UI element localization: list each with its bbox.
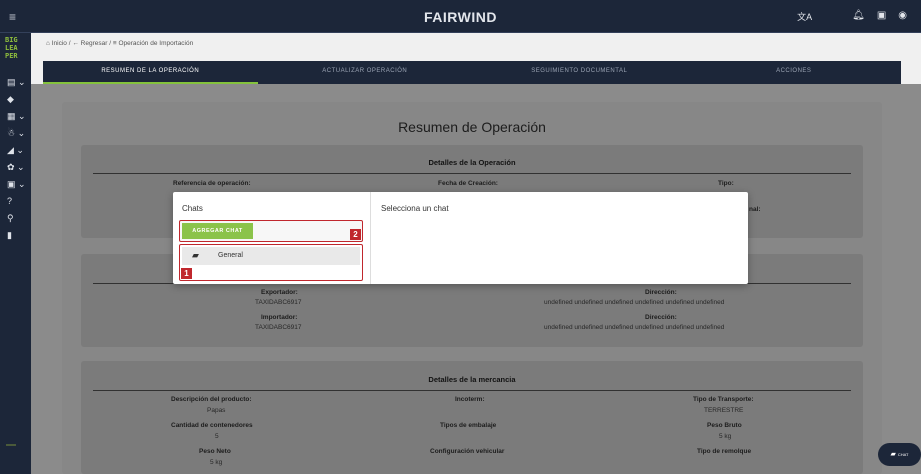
breadcrumb: ⌂ Inicio / ← Regresar / ≡ Operación de I… [46, 40, 194, 47]
chat-fab-button[interactable]: ▰ CHAT [878, 443, 921, 466]
chat-list: ▰ General 1 [179, 244, 363, 281]
help-icon[interactable]: ? [7, 196, 26, 207]
select-chat-prompt: Selecciona un chat [381, 204, 449, 213]
tab-actualizar[interactable]: ACTUALIZAR OPERACIÓN [258, 61, 473, 84]
chat-fab-label: CHAT [897, 452, 909, 457]
tab-seguimiento[interactable]: SEGUIMIENTO DOCUMENTAL [472, 61, 687, 84]
tab-resumen[interactable]: RESUMEN DE LA OPERACIÓN [43, 61, 258, 84]
add-chat-row: AGREGAR CHAT 2 [179, 220, 363, 242]
book-icon[interactable]: ▮ [7, 230, 26, 241]
chat-bubble-icon: ▰ [192, 250, 199, 260]
sidebar-footer-mark [6, 444, 16, 446]
tools-menu-icon[interactable]: ◢ ⌄ [7, 145, 26, 156]
search-icon[interactable]: ⚲ [7, 213, 26, 224]
chat-dialog: Chats AGREGAR CHAT 2 ▰ General 1 Selecci… [173, 192, 748, 284]
annotation-badge-1: 1 [181, 268, 192, 279]
documents-menu-icon[interactable]: ▤ ⌄ [7, 77, 26, 88]
id-card-menu-icon[interactable]: ▣ ⌄ [7, 179, 26, 190]
notifications-bell-icon[interactable]: 🔔︎ [852, 10, 865, 23]
home-icon: ⌂ [46, 40, 50, 47]
account-icon[interactable]: ◉ [898, 10, 907, 23]
translate-icon[interactable]: 文A [797, 10, 812, 23]
annotation-badge-2: 2 [350, 229, 361, 240]
chats-title: Chats [182, 204, 203, 213]
chat-item-general[interactable]: ▰ General [182, 247, 360, 265]
sidebar-logo: BIG LEA PER [5, 36, 18, 60]
breadcrumb-current: Operación de Importación [118, 40, 194, 47]
messages-icon[interactable]: ▣ [877, 10, 886, 23]
chat-item-label: General [218, 252, 243, 259]
top-bar: ≡ FAIRWIND 文A 🔔︎ ▣ ◉ [0, 0, 921, 33]
brand-title: FAIRWIND [424, 9, 497, 25]
chat-fab-icon: ▰ [890, 451, 896, 458]
tab-acciones[interactable]: ACCIONES [687, 61, 902, 84]
add-chat-button[interactable]: AGREGAR CHAT [182, 223, 253, 239]
tags-menu-icon[interactable]: ◆ [7, 94, 26, 105]
breadcrumb-home[interactable]: Inicio [52, 40, 67, 47]
breadcrumb-back[interactable]: Regresar [81, 40, 108, 47]
tab-bar: RESUMEN DE LA OPERACIÓN ACTUALIZAR OPERA… [43, 61, 901, 84]
